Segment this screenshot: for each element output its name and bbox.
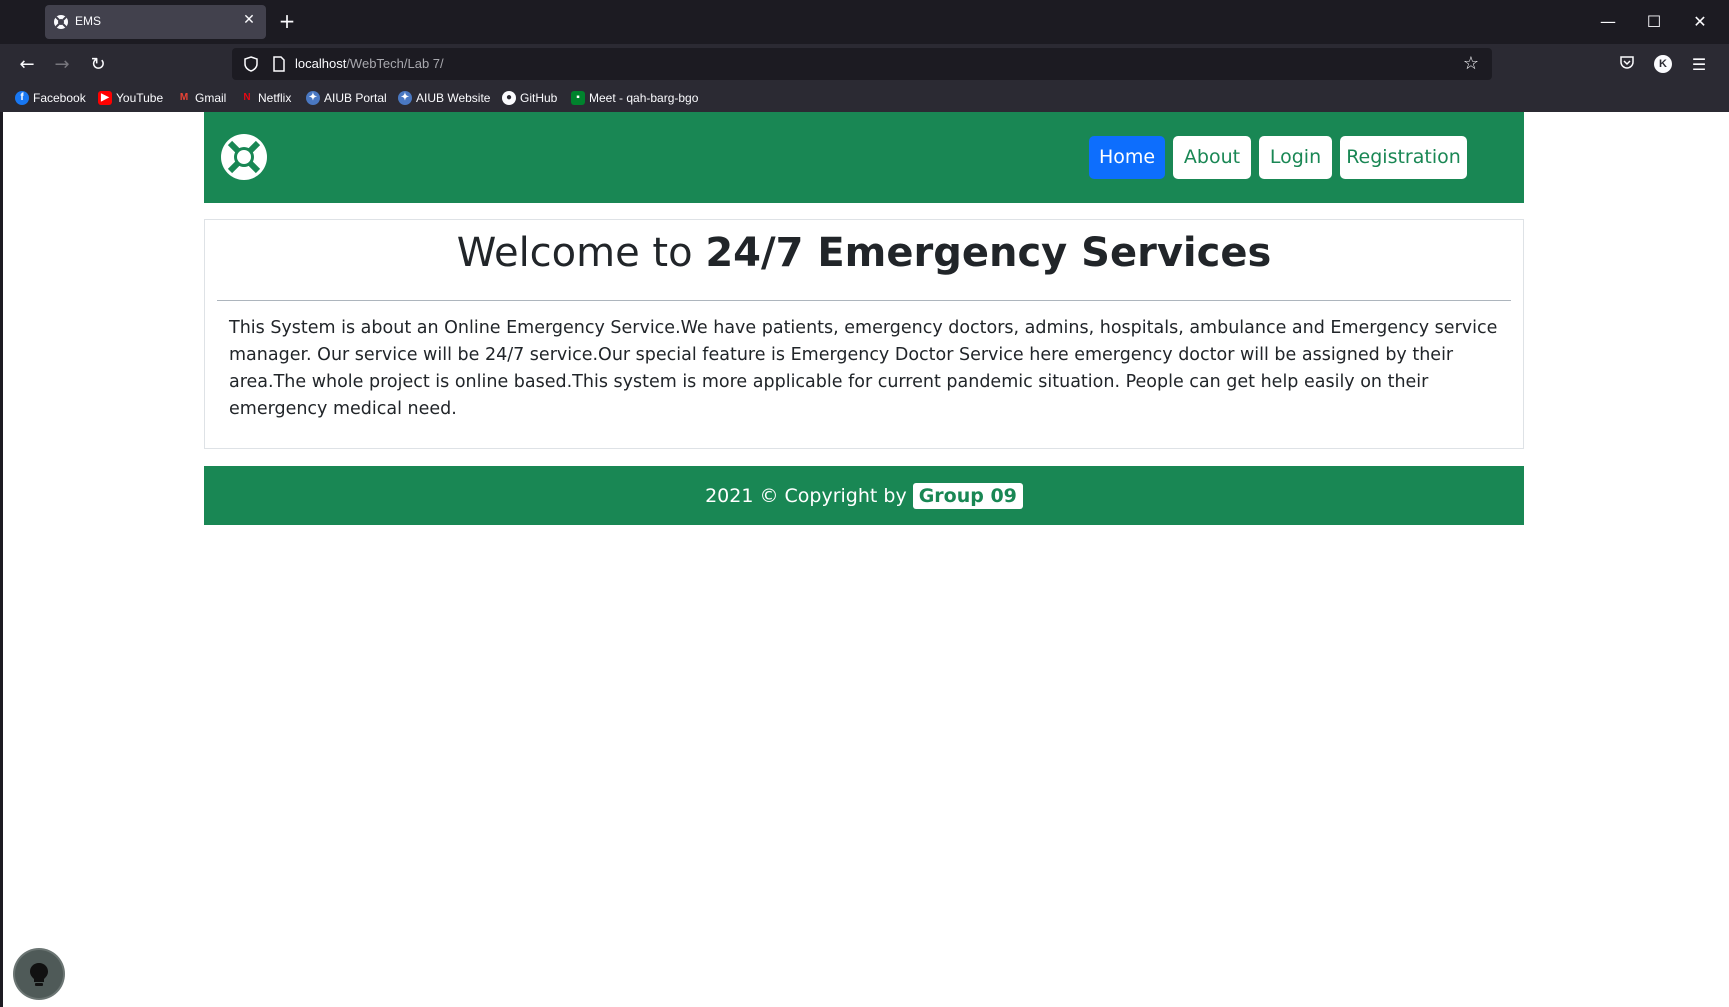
bookmark-meet[interactable]: ▪ Meet - qah-barg-bgo <box>571 90 698 106</box>
navigation-toolbar: ← → ↻ localhost/WebTech/Lab 7/ ☆ K ☰ <box>0 44 1729 84</box>
bookmark-youtube[interactable]: ▶ YouTube <box>98 90 163 106</box>
reload-icon[interactable]: ↻ <box>85 52 111 78</box>
address-bar[interactable]: localhost/WebTech/Lab 7/ ☆ <box>232 48 1492 80</box>
bookmarks-bar: f Facebook ▶ YouTube M Gmail N Netflix ✦… <box>0 84 1729 112</box>
gmail-icon: M <box>179 92 189 103</box>
url-text[interactable]: localhost/WebTech/Lab 7/ <box>295 56 444 71</box>
bookmark-gmail[interactable]: M Gmail <box>177 90 227 106</box>
browser-tab[interactable]: EMS ✕ <box>45 5 266 39</box>
aiub-icon: ✦ <box>398 91 412 105</box>
pocket-icon[interactable] <box>1616 54 1638 76</box>
bookmark-aiub-portal[interactable]: ✦ AIUB Portal <box>306 90 387 106</box>
nav-login-button[interactable]: Login <box>1259 136 1332 179</box>
page-info-icon[interactable] <box>272 56 286 72</box>
tab-title: EMS <box>75 14 102 28</box>
bookmark-facebook[interactable]: f Facebook <box>15 90 86 106</box>
nav-about-button[interactable]: About <box>1173 136 1251 179</box>
forward-icon[interactable]: → <box>49 52 75 78</box>
group-badge: Group 09 <box>912 483 1023 509</box>
site-footer: 2021 © Copyright by Group 09 <box>204 466 1524 525</box>
bookmark-aiub-website[interactable]: ✦ AIUB Website <box>398 90 490 106</box>
new-tab-icon[interactable]: + <box>276 11 298 33</box>
close-window-icon[interactable]: ✕ <box>1687 10 1713 34</box>
page-title: Welcome to 24/7 Emergency Services <box>456 230 1272 276</box>
meet-icon: ▪ <box>571 91 585 105</box>
divider <box>217 300 1511 301</box>
profile-avatar[interactable]: K <box>1654 55 1672 73</box>
facebook-icon: f <box>15 91 29 105</box>
copyright-text: 2021 © Copyright by Group 09 <box>204 483 1524 509</box>
aiub-icon: ✦ <box>306 91 320 105</box>
shield-icon[interactable] <box>243 56 259 72</box>
youtube-icon: ▶ <box>98 91 112 105</box>
lifebuoy-logo-icon[interactable] <box>219 132 269 182</box>
menu-icon[interactable]: ☰ <box>1688 54 1710 76</box>
description-text: This System is about an Online Emergency… <box>229 318 1498 419</box>
lightbulb-icon <box>30 963 48 986</box>
close-tab-icon[interactable]: ✕ <box>240 11 258 29</box>
welcome-card: Welcome to 24/7 Emergency Services This … <box>204 219 1524 449</box>
github-icon: ● <box>502 91 516 105</box>
nav-registration-button[interactable]: Registration <box>1340 136 1467 179</box>
nav-home-button[interactable]: Home <box>1089 136 1165 179</box>
netflix-icon: N <box>243 92 251 103</box>
bookmark-netflix[interactable]: N Netflix <box>240 90 291 106</box>
maximize-icon[interactable]: ☐ <box>1641 10 1667 34</box>
site-header: Home About Login Registration <box>204 112 1524 203</box>
web-page: Home About Login Registration Welcome to… <box>0 112 1729 1007</box>
lightbulb-floating-button[interactable] <box>15 950 63 998</box>
bookmark-star-icon[interactable]: ☆ <box>1460 53 1482 75</box>
minimize-icon[interactable]: — <box>1595 10 1621 34</box>
lifebuoy-favicon-icon <box>54 15 68 29</box>
back-icon[interactable]: ← <box>14 52 40 78</box>
tab-bar: EMS ✕ + — ☐ ✕ <box>0 0 1729 44</box>
bookmark-github[interactable]: ● GitHub <box>502 90 557 106</box>
